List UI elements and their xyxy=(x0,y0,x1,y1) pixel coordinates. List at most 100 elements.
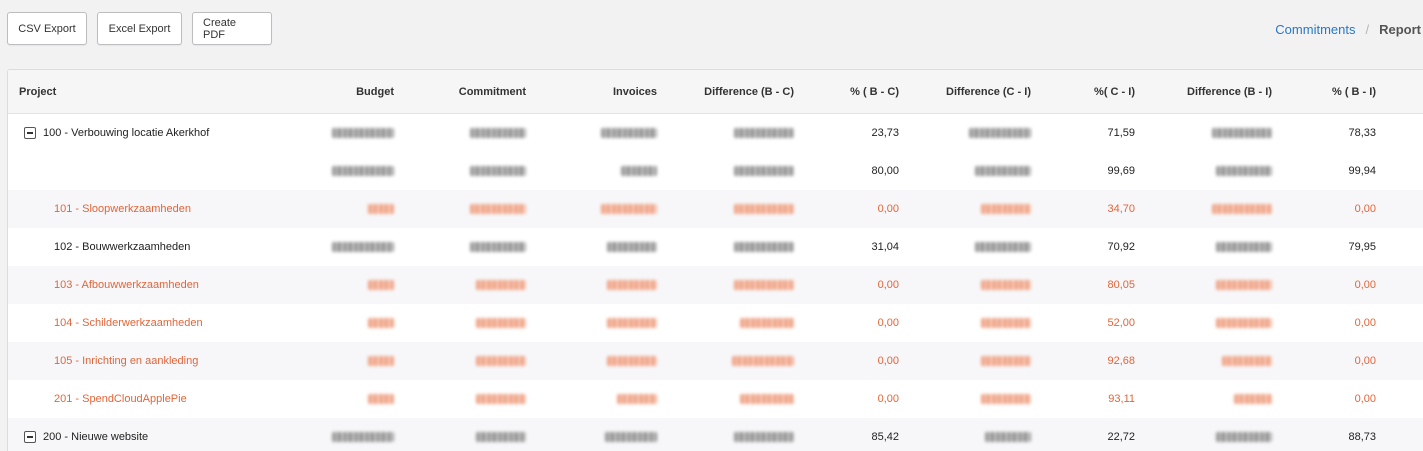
percent-c-i-cell: 52,00 xyxy=(1107,317,1135,329)
redacted-value xyxy=(332,166,394,176)
redacted-value xyxy=(981,394,1031,404)
percent-c-i-cell: 80,05 xyxy=(1107,279,1135,291)
redacted-value xyxy=(734,128,794,138)
project-name: 200 - Nieuwe website xyxy=(43,431,149,443)
redacted-value xyxy=(476,280,526,290)
header-difference-c-i[interactable]: Difference (C - I) xyxy=(946,70,1031,113)
redacted-value xyxy=(734,280,794,290)
difference-c-i-cell xyxy=(969,114,1031,152)
table-row[interactable]: 105 - Inrichting en aankleding 0,00 92,68 0… xyxy=(8,342,1423,380)
invoices-cell xyxy=(607,342,657,380)
report-table: Project Budget Commitment Invoices Diffe… xyxy=(7,69,1423,451)
header-percent-b-c[interactable]: % ( B - C) xyxy=(850,70,899,113)
redacted-value xyxy=(981,318,1031,328)
difference-b-i-cell xyxy=(1216,152,1272,190)
create-pdf-button[interactable]: Create PDF xyxy=(192,12,272,45)
difference-c-i-cell xyxy=(975,152,1031,190)
redacted-value xyxy=(607,318,657,328)
percent-b-c-cell: 0,00 xyxy=(877,279,899,291)
header-project[interactable]: Project xyxy=(19,70,56,113)
percent-b-i-cell: 99,94 xyxy=(1348,165,1376,177)
header-budget[interactable]: Budget xyxy=(356,70,394,113)
redacted-value xyxy=(734,166,794,176)
percent-b-i-cell: 78,33 xyxy=(1348,127,1376,139)
redacted-value xyxy=(1212,128,1272,138)
redacted-value xyxy=(1216,280,1272,290)
table-row[interactable]: 102 - Bouwwerkzaamheden 31,04 70,92 79,95 xyxy=(8,228,1423,266)
excel-export-button[interactable]: Excel Export xyxy=(97,12,182,45)
redacted-value xyxy=(734,432,794,442)
table-row[interactable]: 100 - Verbouwing locatie Akerkhof 23,73 71… xyxy=(8,114,1423,152)
redacted-value xyxy=(368,394,394,404)
percent-b-c-cell: 0,00 xyxy=(877,355,899,367)
redacted-value xyxy=(476,318,526,328)
invoices-cell xyxy=(605,418,657,451)
table-header: Project Budget Commitment Invoices Diffe… xyxy=(8,70,1423,114)
commitment-cell xyxy=(476,380,526,418)
redacted-value xyxy=(1216,166,1272,176)
percent-b-i-cell: 0,00 xyxy=(1354,355,1376,367)
header-difference-b-i[interactable]: Difference (B - I) xyxy=(1187,70,1272,113)
breadcrumb-separator: / xyxy=(1365,22,1370,37)
percent-c-i-cell: 22,72 xyxy=(1107,431,1135,443)
budget-cell xyxy=(368,380,394,418)
project-name[interactable]: 101 - Sloopwerkzaamheden xyxy=(19,203,191,215)
redacted-value xyxy=(1212,204,1272,214)
redacted-value xyxy=(981,280,1031,290)
project-name[interactable]: 102 - Bouwwerkzaamheden xyxy=(19,241,190,253)
project-cell: 100 - Verbouwing locatie Akerkhof xyxy=(19,114,209,152)
table-row[interactable]: 103 - Afbouwwerkzaamheden 0,00 80,05 0,00 xyxy=(8,266,1423,304)
percent-b-i-cell: 0,00 xyxy=(1354,203,1376,215)
header-percent-c-i[interactable]: %( C - I) xyxy=(1094,70,1135,113)
redacted-value xyxy=(734,242,794,252)
budget-cell xyxy=(368,342,394,380)
redacted-value xyxy=(1216,432,1272,442)
table-row[interactable]: 80,00 99,69 99,94 xyxy=(8,152,1423,190)
collapse-icon[interactable] xyxy=(24,127,36,139)
header-invoices[interactable]: Invoices xyxy=(613,70,657,113)
breadcrumb-commitments-link[interactable]: Commitments xyxy=(1275,22,1355,37)
difference-b-c-cell xyxy=(734,190,794,228)
project-name[interactable]: 201 - SpendCloudApplePie xyxy=(19,393,187,405)
table-body: 100 - Verbouwing locatie Akerkhof 23,73 71… xyxy=(8,114,1423,451)
percent-c-i-cell: 99,69 xyxy=(1107,165,1135,177)
invoices-cell xyxy=(601,114,657,152)
percent-b-i-cell: 88,73 xyxy=(1348,431,1376,443)
difference-c-i-cell xyxy=(985,418,1031,451)
percent-b-i-cell: 0,00 xyxy=(1354,317,1376,329)
commitment-cell xyxy=(476,342,526,380)
budget-cell xyxy=(368,304,394,342)
difference-b-i-cell xyxy=(1212,190,1272,228)
invoices-cell xyxy=(607,304,657,342)
header-difference-b-c[interactable]: Difference (B - C) xyxy=(704,70,794,113)
collapse-icon[interactable] xyxy=(24,431,36,443)
table-row[interactable]: 201 - SpendCloudApplePie 0,00 93,11 0,00 xyxy=(8,380,1423,418)
project-cell: 104 - Schilderwerkzaamheden xyxy=(19,304,203,342)
redacted-value xyxy=(368,204,394,214)
table-row[interactable]: 101 - Sloopwerkzaamheden 0,00 34,70 0,00 xyxy=(8,190,1423,228)
project-name[interactable]: 103 - Afbouwwerkzaamheden xyxy=(19,279,199,291)
commitment-cell xyxy=(470,152,526,190)
redacted-value xyxy=(981,356,1031,366)
budget-cell xyxy=(332,418,394,451)
difference-b-c-cell xyxy=(740,380,794,418)
header-percent-b-i[interactable]: % ( B - I) xyxy=(1332,70,1376,113)
budget-cell xyxy=(332,152,394,190)
commitment-cell xyxy=(470,228,526,266)
percent-b-c-cell: 80,00 xyxy=(871,165,899,177)
commitment-cell xyxy=(470,190,526,228)
table-row[interactable]: 104 - Schilderwerkzaamheden 0,00 52,00 0,00 xyxy=(8,304,1423,342)
difference-b-c-cell xyxy=(740,304,794,342)
redacted-value xyxy=(470,166,526,176)
redacted-value xyxy=(607,242,657,252)
redacted-value xyxy=(969,128,1031,138)
header-commitment[interactable]: Commitment xyxy=(459,70,526,113)
project-name[interactable]: 104 - Schilderwerkzaamheden xyxy=(19,317,203,329)
percent-b-c-cell: 0,00 xyxy=(877,317,899,329)
redacted-value xyxy=(605,432,657,442)
csv-export-button[interactable]: CSV Export xyxy=(7,12,87,45)
table-row[interactable]: 200 - Nieuwe website 85,42 22,72 88,73 xyxy=(8,418,1423,451)
redacted-value xyxy=(332,432,394,442)
budget-cell xyxy=(332,114,394,152)
project-name[interactable]: 105 - Inrichting en aankleding xyxy=(19,355,198,367)
